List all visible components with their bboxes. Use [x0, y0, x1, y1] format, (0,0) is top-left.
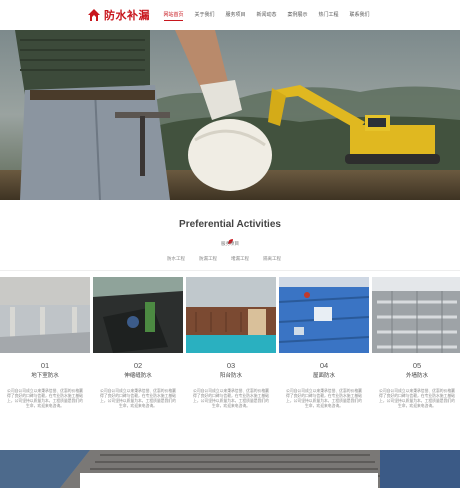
nav-item-news[interactable]: 新闻动态: [251, 11, 282, 18]
card-description: 公司自公司成立以来秉承信誉、优惠的价格赢得了良好的口碑与信赖，在专业防水施工基础…: [379, 389, 455, 408]
card-description: 公司自公司成立以来秉承信誉、优惠的价格赢得了良好的口碑与信赖，在专业防水施工基础…: [193, 389, 269, 408]
nav-item-about[interactable]: 关于我们: [189, 11, 220, 18]
card-image: [0, 277, 90, 353]
tab-leakproof[interactable]: 防漏工程: [192, 256, 224, 262]
site-header: 防水补漏 网站首页 关于我们 服务项目 新闻动态 案例展示 热门工程 联系我们: [0, 0, 460, 30]
card-title: 阳台防水: [219, 373, 242, 379]
divider: [0, 270, 460, 271]
service-card-5[interactable]: 05 外墙防水 公司自公司成立以来秉承信誉、优惠的价格赢得了良好的口碑与信赖，在…: [372, 277, 460, 417]
card-description: 公司自公司成立以来秉承信誉、优惠的价格赢得了良好的口碑与信赖，在专业防水施工基础…: [286, 389, 362, 408]
card-image: [93, 277, 183, 353]
nav-item-home[interactable]: 网站首页: [158, 11, 189, 21]
section-subtitle: 服务项目: [221, 241, 239, 246]
service-cards: 01 地下室防水 公司自公司成立以来秉承信誉、优惠的价格赢得了良好的口碑与信赖，…: [0, 277, 460, 417]
card-title: 外墙防水: [405, 373, 428, 379]
tab-plugging[interactable]: 堵漏工程: [224, 256, 256, 262]
main-nav: 网站首页 关于我们 服务项目 新闻动态 案例展示 热门工程 联系我们: [158, 11, 375, 21]
section-title: Preferential Activities: [179, 219, 281, 230]
nav-item-contact[interactable]: 联系我们: [344, 11, 375, 18]
card-description: 公司自公司成立以来秉承信誉、优惠的价格赢得了良好的口碑与信赖，在专业防水施工基础…: [7, 389, 83, 408]
service-card-2[interactable]: 02 伸缩缝防水 公司自公司成立以来秉承信誉、优惠的价格赢得了良好的口碑与信赖，…: [93, 277, 183, 417]
logo-text: 防水补漏: [104, 9, 150, 22]
card-title: 屋面防水: [312, 373, 335, 379]
tab-waterproof[interactable]: 防水工程: [160, 256, 192, 262]
service-card-3[interactable]: 03 阳台防水 公司自公司成立以来秉承信誉、优惠的价格赢得了良好的口碑与信赖，在…: [186, 277, 276, 417]
card-image: [186, 277, 276, 353]
card-number: 04: [319, 361, 329, 370]
card-image: [279, 277, 369, 353]
nav-item-services[interactable]: 服务项目: [220, 11, 251, 18]
card-number: 03: [226, 361, 236, 370]
nav-item-cases[interactable]: 案例展示: [282, 11, 313, 18]
logo[interactable]: 防水补漏: [87, 6, 150, 24]
card-description: 公司自公司成立以来秉承信誉、优惠的价格赢得了良好的口碑与信赖，在专业防水施工基础…: [100, 389, 176, 408]
hero-banner[interactable]: [0, 30, 460, 200]
card-title: 伸缩缝防水: [124, 373, 152, 379]
bottom-content-box: [80, 473, 378, 488]
leaf-icon: [227, 232, 234, 244]
nav-item-projects[interactable]: 热门工程: [313, 11, 344, 18]
house-roof-icon: [87, 8, 101, 22]
service-tabs: 防水工程 防漏工程 堵漏工程 隔离工程: [160, 256, 288, 262]
card-image: [372, 277, 460, 353]
service-card-4[interactable]: 04 屋面防水 公司自公司成立以来秉承信誉、优惠的价格赢得了良好的口碑与信赖，在…: [279, 277, 369, 417]
card-number: 01: [40, 361, 50, 370]
card-number: 02: [133, 361, 143, 370]
tab-isolation[interactable]: 隔离工程: [256, 256, 288, 262]
service-card-1[interactable]: 01 地下室防水 公司自公司成立以来秉承信誉、优惠的价格赢得了良好的口碑与信赖，…: [0, 277, 90, 417]
card-number: 05: [412, 361, 422, 370]
card-title: 地下室防水: [31, 373, 59, 379]
